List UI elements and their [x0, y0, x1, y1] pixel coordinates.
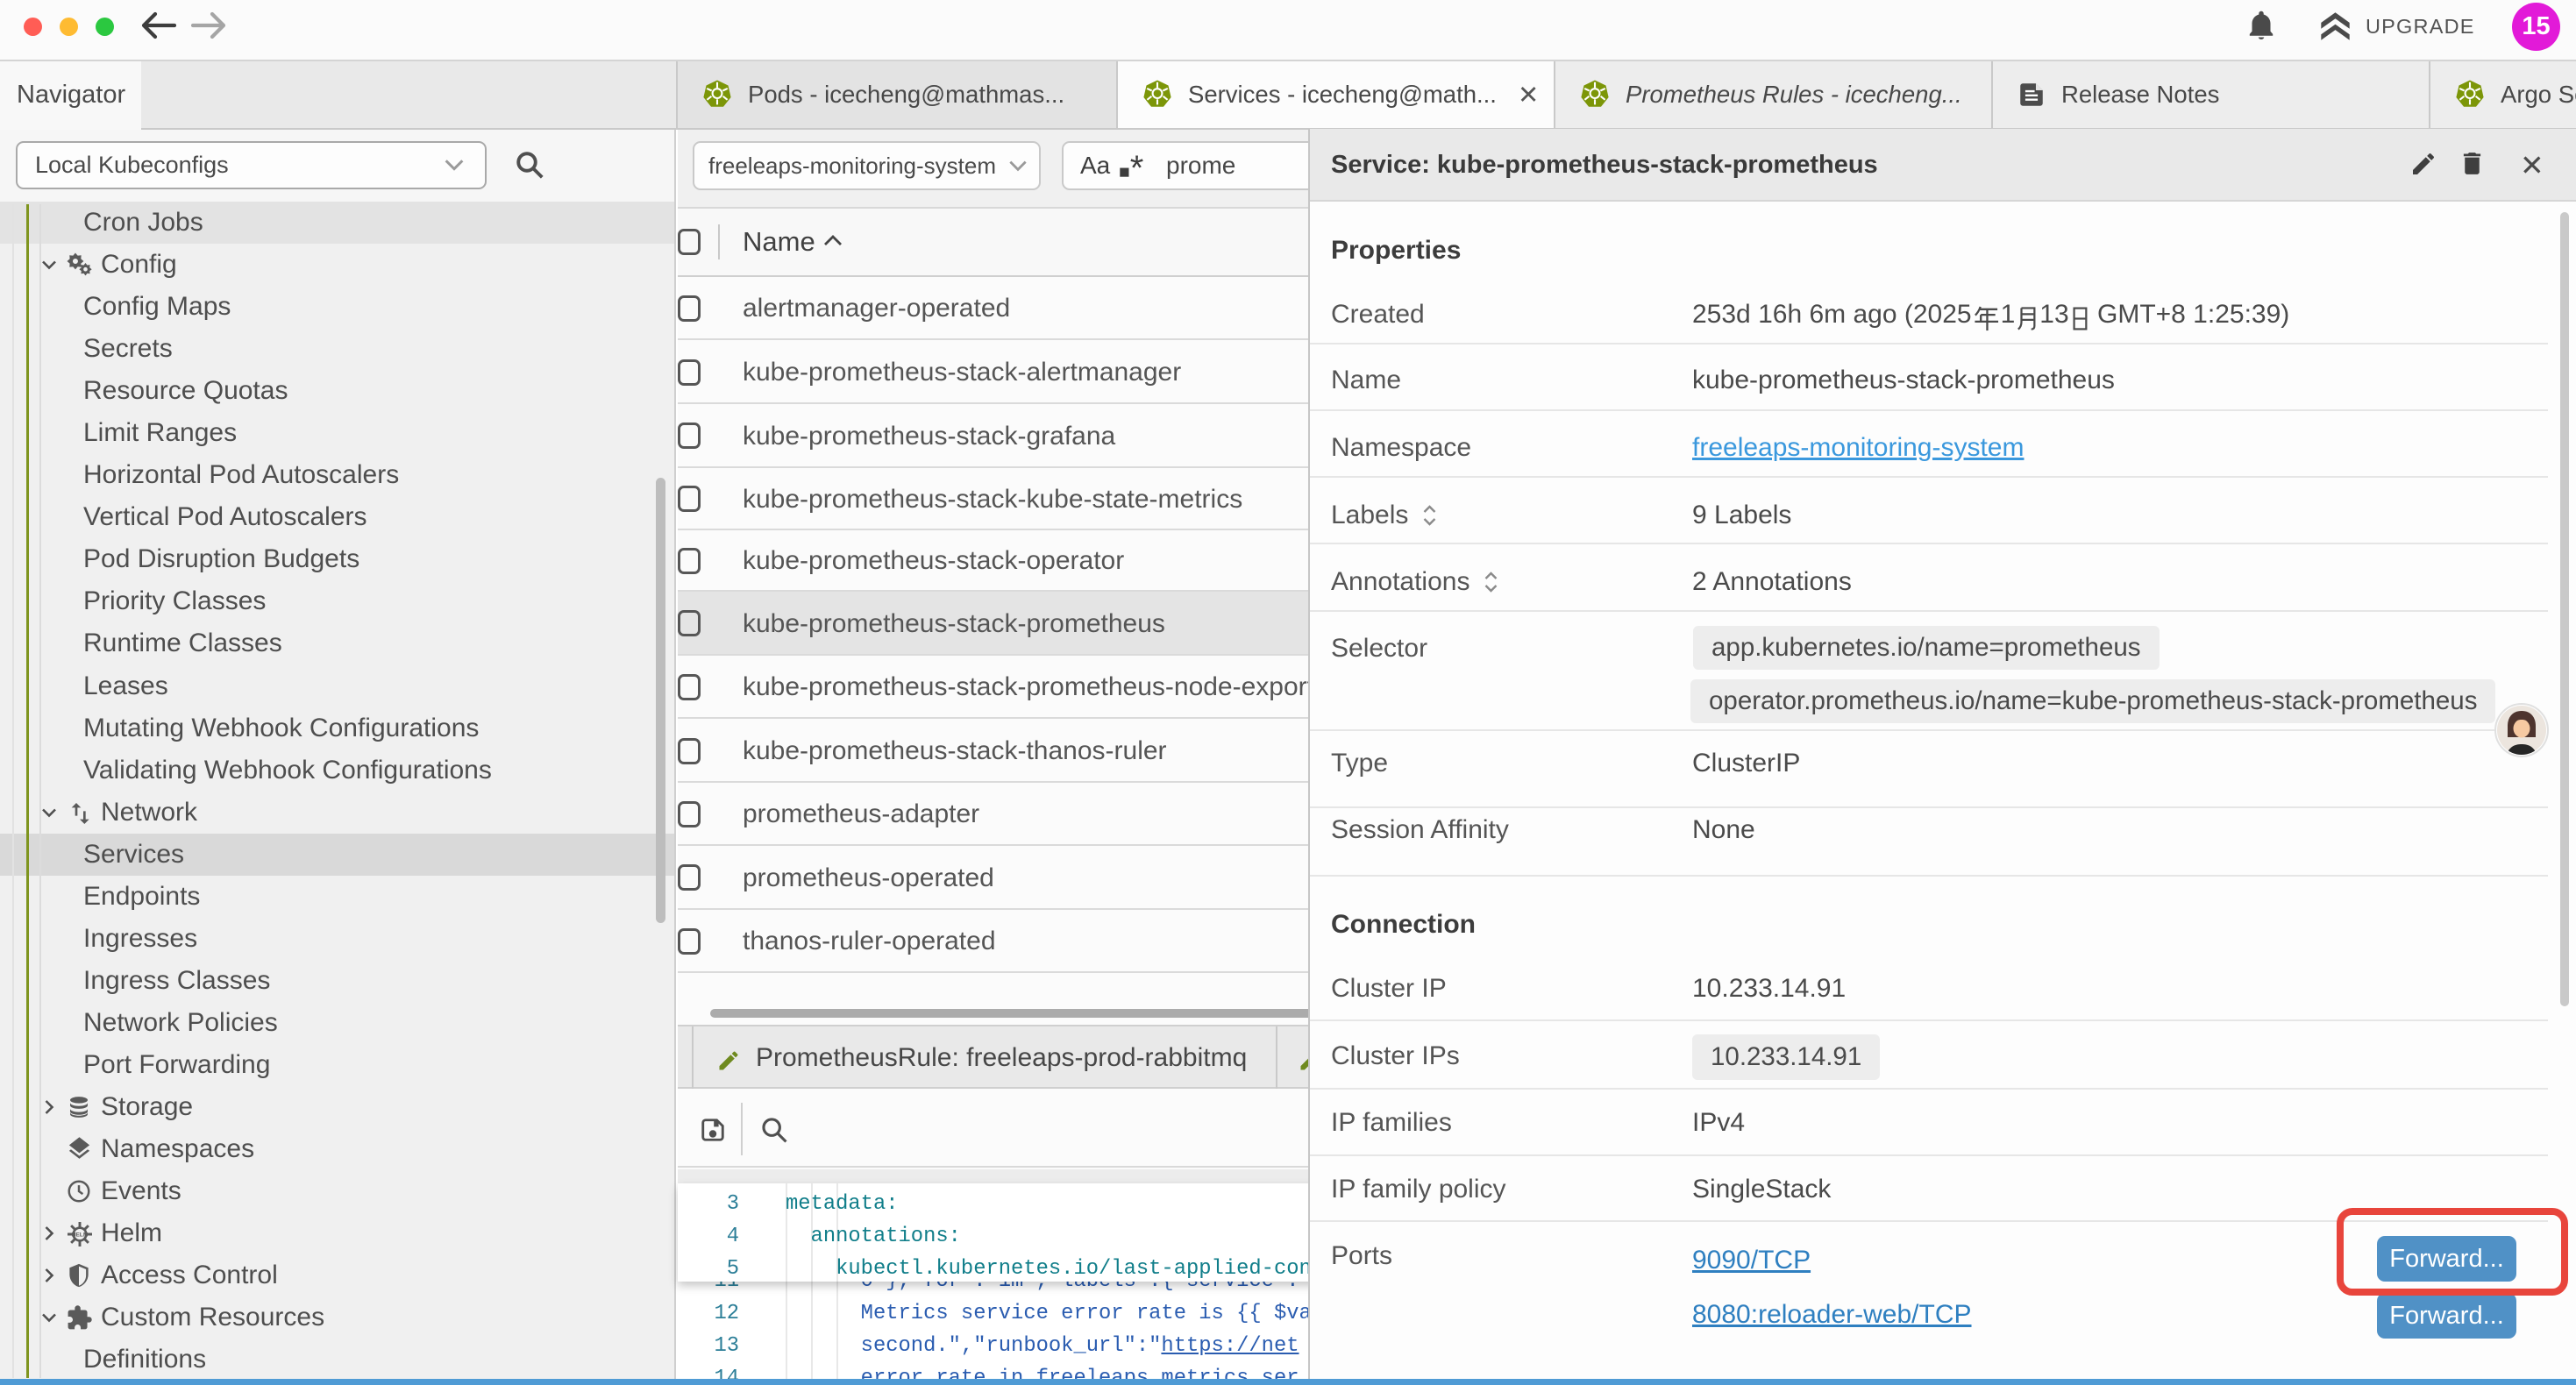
svg-text:HELM: HELM [72, 1232, 89, 1238]
